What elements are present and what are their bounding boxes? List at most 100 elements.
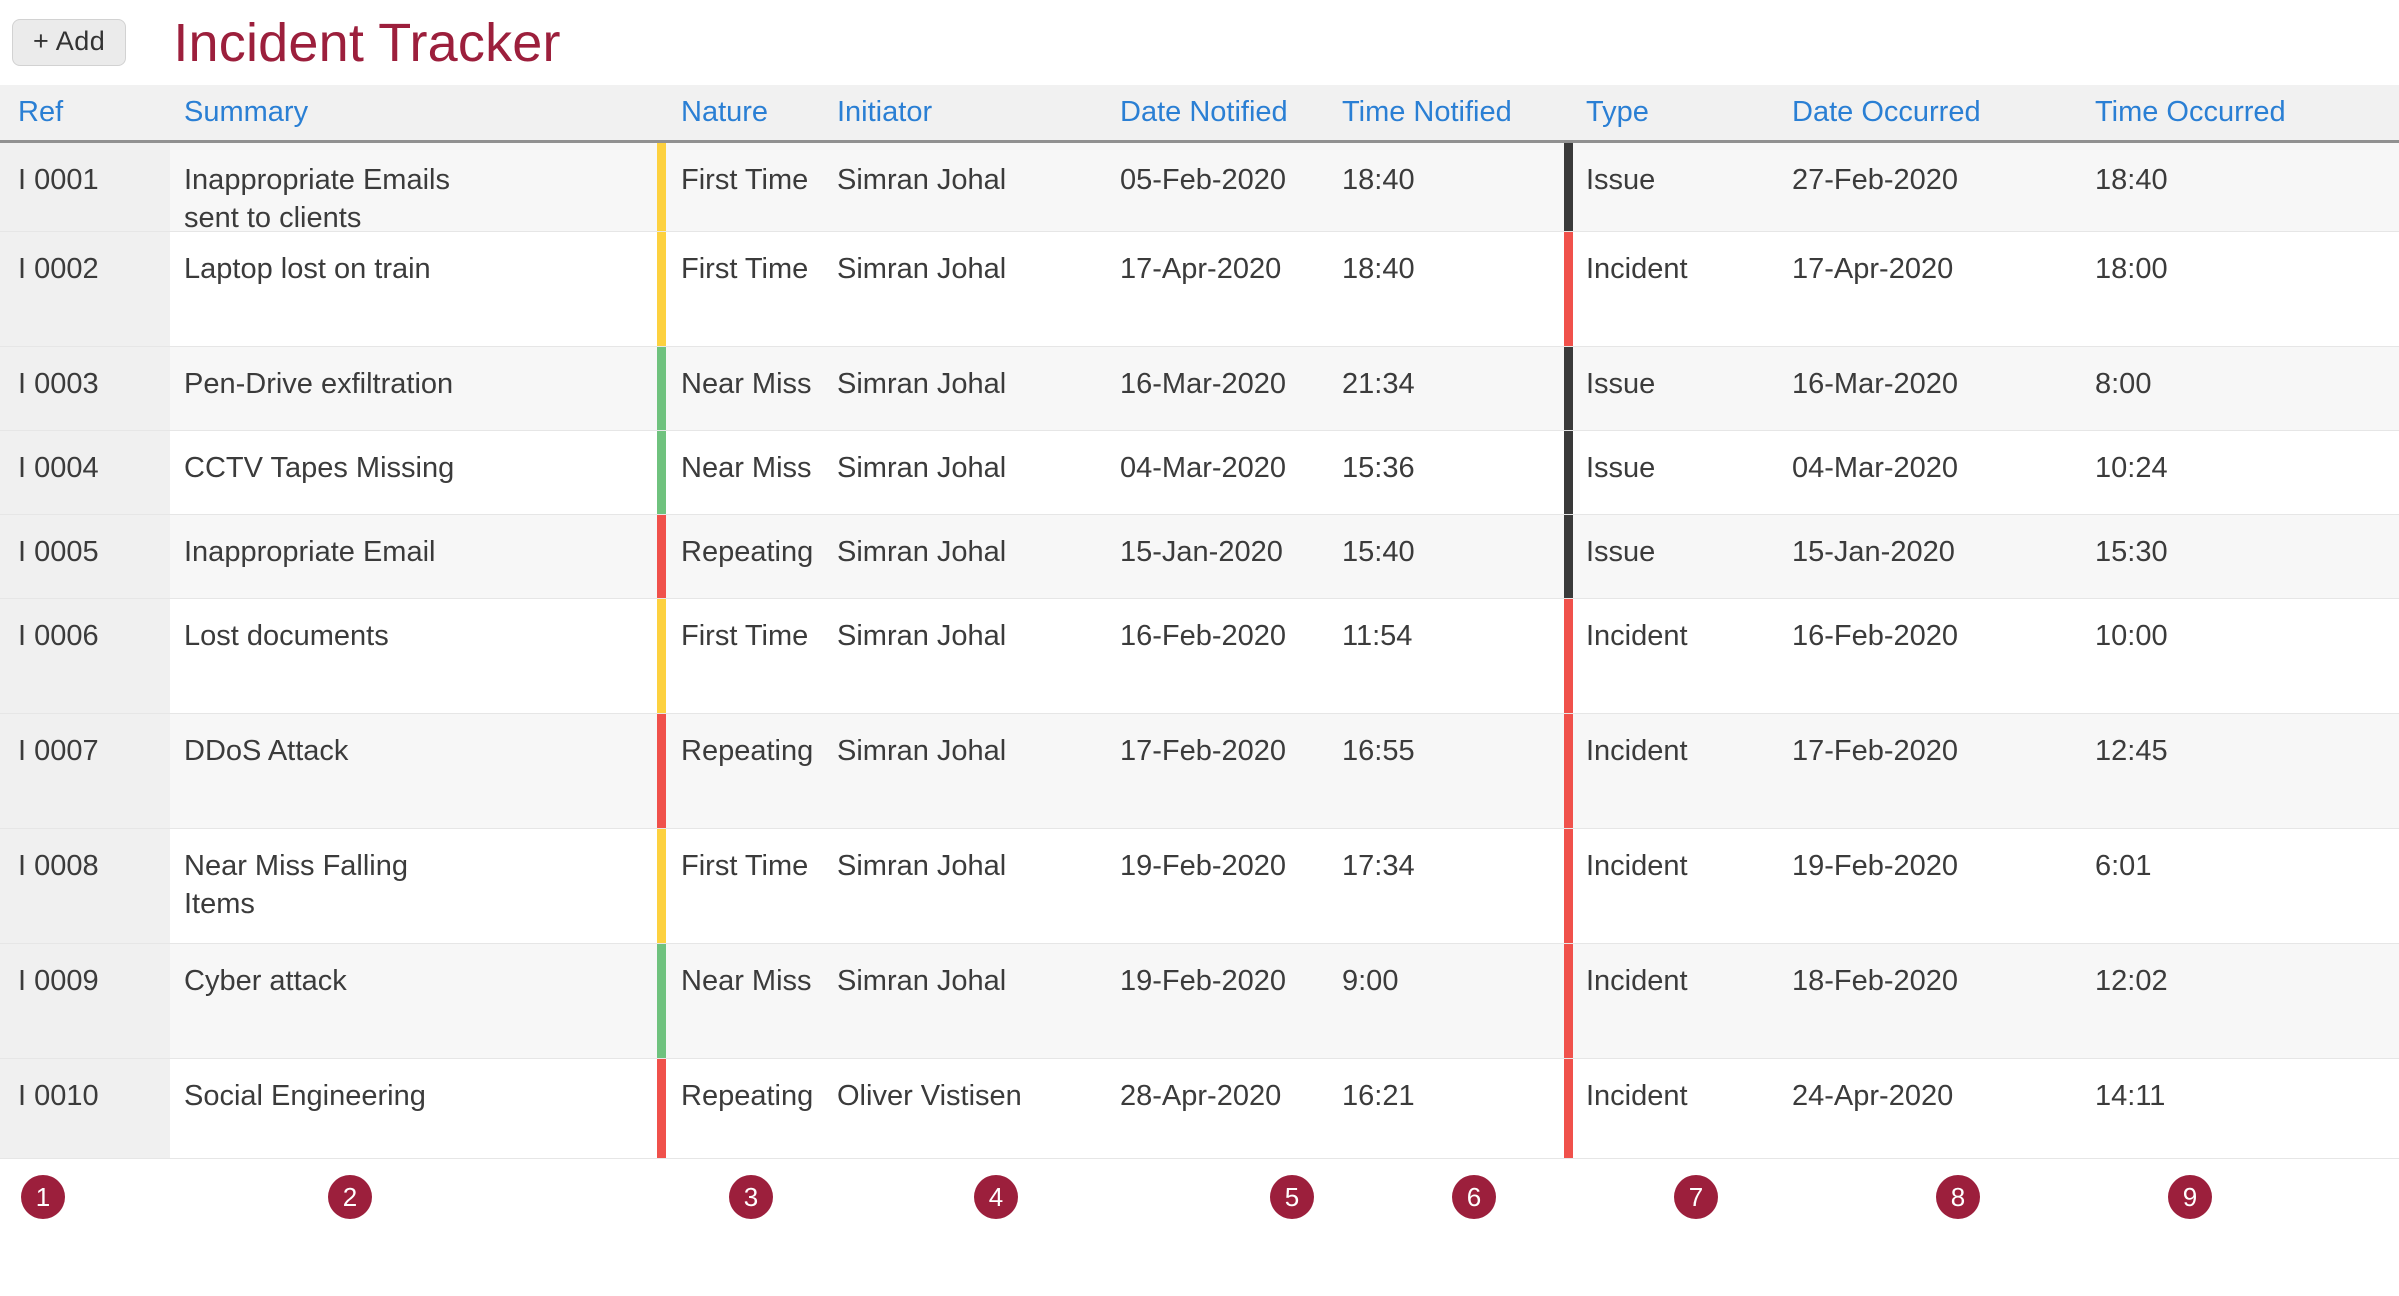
column-header-time-notified[interactable]: Time Notified bbox=[1342, 98, 1564, 127]
type-label: Incident bbox=[1586, 735, 1688, 767]
column-header-time-occurred[interactable]: Time Occurred bbox=[2095, 98, 2399, 127]
column-header-ref[interactable]: Ref bbox=[0, 98, 170, 127]
type-color-bar-icon bbox=[1564, 599, 1573, 713]
nature-label: Near Miss bbox=[681, 965, 812, 997]
cell-time-occurred: 8:00 bbox=[2095, 368, 2152, 400]
cell-time-occurred: 12:45 bbox=[2095, 735, 2168, 767]
cell-date-notified: 28-Apr-2020 bbox=[1120, 1080, 1282, 1112]
table-row[interactable]: I 0010 Social Engineering Repeating Oliver … bbox=[0, 1059, 2399, 1159]
cell-initiator: Simran Johal bbox=[837, 965, 1007, 997]
type-label: Incident bbox=[1586, 620, 1688, 652]
callout-badge-9: 9 bbox=[2168, 1175, 2212, 1219]
cell-summary: Social Engineering bbox=[184, 1080, 426, 1112]
cell-type: Incident bbox=[1564, 944, 1792, 1058]
table-row[interactable]: I 0009 Cyber attack Near Miss Simran Johal 1… bbox=[0, 944, 2399, 1059]
cell-initiator: Oliver Vistisen bbox=[837, 1080, 1022, 1112]
cell-date-notified: 17-Feb-2020 bbox=[1120, 735, 1287, 767]
cell-summary: Cyber attack bbox=[184, 965, 347, 997]
cell-initiator: Simran Johal bbox=[837, 452, 1007, 484]
cell-date-occurred: 16-Mar-2020 bbox=[1792, 368, 1959, 400]
cell-initiator: Simran Johal bbox=[837, 850, 1007, 882]
nature-label: Repeating bbox=[681, 536, 814, 568]
column-header-date-notified[interactable]: Date Notified bbox=[1120, 98, 1342, 127]
table-row[interactable]: I 0001 Inappropriate Emails sent to clien… bbox=[0, 143, 2399, 234]
nature-color-bar-icon bbox=[657, 143, 666, 231]
table-row[interactable]: I 0005 Inappropriate Email Repeating Simran… bbox=[0, 515, 2399, 599]
cell-date-occurred: 04-Mar-2020 bbox=[1792, 452, 1959, 484]
nature-color-bar-icon bbox=[657, 714, 666, 828]
type-label: Issue bbox=[1586, 368, 1656, 400]
nature-color-bar-icon bbox=[657, 515, 666, 598]
callout-strip: 1 2 3 4 5 6 7 8 9 bbox=[0, 1159, 2399, 1255]
callout-badge-1: 1 bbox=[21, 1175, 65, 1219]
cell-time-notified: 18:40 bbox=[1342, 253, 1415, 285]
cell-type: Issue bbox=[1564, 143, 1792, 231]
column-header-nature[interactable]: Nature bbox=[657, 98, 837, 127]
cell-ref: I 0004 bbox=[0, 431, 170, 514]
cell-ref: I 0010 bbox=[0, 1059, 170, 1158]
cell-type: Incident bbox=[1564, 714, 1792, 828]
toolbar: + Add Incident Tracker bbox=[0, 0, 2399, 85]
column-header-date-occurred[interactable]: Date Occurred bbox=[1792, 98, 2095, 127]
table-row[interactable]: I 0007 DDoS Attack Repeating Simran Johal 17… bbox=[0, 714, 2399, 829]
add-button[interactable]: + Add bbox=[12, 19, 127, 66]
nature-label: First Time bbox=[681, 620, 809, 652]
cell-date-notified: 05-Feb-2020 bbox=[1120, 164, 1287, 196]
cell-date-occurred: 15-Jan-2020 bbox=[1792, 536, 1955, 568]
cell-time-notified: 15:40 bbox=[1342, 536, 1415, 568]
nature-label: Near Miss bbox=[681, 452, 812, 484]
column-header-initiator[interactable]: Initiator bbox=[837, 98, 1120, 127]
cell-time-notified: 16:55 bbox=[1342, 735, 1415, 767]
table-row[interactable]: I 0003 Pen-Drive exfiltration Near Miss Sim… bbox=[0, 347, 2399, 431]
nature-color-bar-icon bbox=[657, 599, 666, 713]
cell-time-occurred: 10:24 bbox=[2095, 452, 2168, 484]
callout-badge-2: 2 bbox=[328, 1175, 372, 1219]
type-color-bar-icon bbox=[1564, 431, 1573, 514]
nature-label: First Time bbox=[681, 164, 809, 196]
cell-date-occurred: 17-Apr-2020 bbox=[1792, 253, 1954, 285]
cell-time-notified: 17:34 bbox=[1342, 850, 1415, 882]
table-row[interactable]: I 0004 CCTV Tapes Missing Near Miss Simran … bbox=[0, 431, 2399, 515]
table-row[interactable]: I 0006 Lost documents First Time Simran Joh… bbox=[0, 599, 2399, 714]
cell-ref: I 0003 bbox=[0, 347, 170, 430]
cell-nature: Repeating bbox=[657, 515, 837, 598]
cell-type: Issue bbox=[1564, 347, 1792, 430]
callout-badge-8: 8 bbox=[1936, 1175, 1980, 1219]
cell-date-notified: 15-Jan-2020 bbox=[1120, 536, 1283, 568]
cell-initiator: Simran Johal bbox=[837, 253, 1007, 285]
callout-badge-4: 4 bbox=[974, 1175, 1018, 1219]
cell-time-occurred: 15:30 bbox=[2095, 536, 2168, 568]
cell-type: Incident bbox=[1564, 232, 1792, 346]
cell-initiator: Simran Johal bbox=[837, 620, 1007, 652]
cell-type: Incident bbox=[1564, 1059, 1792, 1158]
cell-initiator: Simran Johal bbox=[837, 735, 1007, 767]
cell-date-occurred: 18-Feb-2020 bbox=[1792, 965, 1959, 997]
column-header-summary[interactable]: Summary bbox=[170, 98, 657, 127]
cell-date-notified: 16-Mar-2020 bbox=[1120, 368, 1287, 400]
incident-table: Ref Summary Nature Initiator Date Notified Ti… bbox=[0, 85, 2399, 1159]
cell-type: Issue bbox=[1564, 515, 1792, 598]
callout-badge-3: 3 bbox=[729, 1175, 773, 1219]
cell-date-occurred: 19-Feb-2020 bbox=[1792, 850, 1959, 882]
cell-initiator: Simran Johal bbox=[837, 536, 1007, 568]
cell-time-notified: 21:34 bbox=[1342, 368, 1415, 400]
type-label: Incident bbox=[1586, 1080, 1688, 1112]
cell-date-notified: 19-Feb-2020 bbox=[1120, 850, 1287, 882]
nature-label: Repeating bbox=[681, 735, 814, 767]
callout-badge-7: 7 bbox=[1674, 1175, 1718, 1219]
table-row[interactable]: I 0002 Laptop lost on train First Time Simr… bbox=[0, 232, 2399, 347]
cell-nature: First Time bbox=[657, 232, 837, 346]
cell-ref: I 0006 bbox=[0, 599, 170, 713]
cell-time-occurred: 10:00 bbox=[2095, 620, 2168, 652]
cell-date-occurred: 27-Feb-2020 bbox=[1792, 164, 1959, 196]
cell-summary: Lost documents bbox=[184, 620, 389, 652]
nature-label: Repeating bbox=[681, 1080, 814, 1112]
table-row[interactable]: I 0008 Near Miss Falling Items First Time S… bbox=[0, 829, 2399, 944]
column-header-type[interactable]: Type bbox=[1564, 98, 1792, 127]
cell-ref: I 0001 bbox=[0, 143, 170, 231]
callout-badge-6: 6 bbox=[1452, 1175, 1496, 1219]
page-title: Incident Tracker bbox=[173, 12, 561, 73]
cell-nature: Repeating bbox=[657, 1059, 837, 1158]
cell-summary: Inappropriate Email bbox=[184, 536, 436, 568]
cell-summary: Inappropriate Emails sent to clients bbox=[184, 164, 450, 235]
